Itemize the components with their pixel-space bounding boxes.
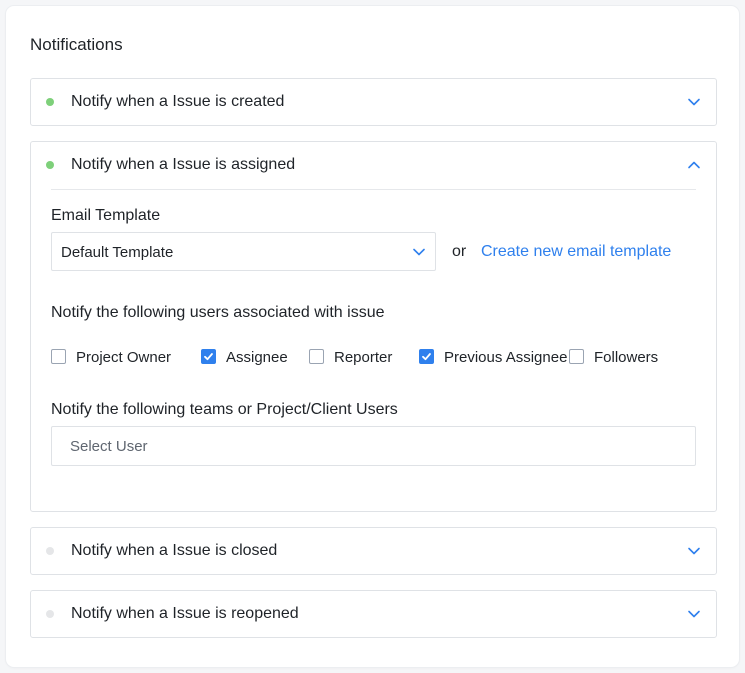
panel-title: Notify when a Issue is reopened	[71, 605, 299, 622]
status-dot-icon	[46, 98, 54, 106]
users-label: Notify the following users associated wi…	[51, 304, 385, 321]
panel-header-issue-closed[interactable]: Notify when a Issue is closed	[31, 528, 716, 574]
panel-issue-assigned: Notify when a Issue is assigned Email Te…	[30, 141, 717, 512]
email-template-select[interactable]: Default Template	[51, 232, 436, 271]
chevron-down-icon[interactable]	[687, 95, 701, 109]
checkbox-label: Previous Assignee	[444, 349, 568, 366]
panel-header-issue-assigned[interactable]: Notify when a Issue is assigned	[31, 142, 716, 188]
chevron-down-icon	[413, 248, 425, 256]
teams-label: Notify the following teams or Project/Cl…	[51, 401, 398, 418]
checkbox-label: Followers	[594, 349, 659, 366]
chevron-down-icon[interactable]	[687, 544, 701, 558]
select-user-input[interactable]	[51, 426, 696, 466]
panel-issue-reopened: Notify when a Issue is reopened	[30, 590, 717, 638]
checkbox-label: Project Owner	[76, 349, 172, 366]
chevron-up-icon[interactable]	[687, 158, 701, 172]
or-text: or	[452, 243, 467, 260]
status-dot-icon	[46, 161, 54, 169]
checkmark-icon	[422, 353, 431, 361]
notifications-card: Notifications Notify when a Issue is cre…	[6, 6, 739, 667]
checkbox-label: Reporter	[334, 349, 393, 366]
email-template-select-value: Default Template	[61, 244, 174, 261]
checkbox-label: Assignee	[226, 349, 288, 366]
checkbox-box[interactable]	[201, 349, 216, 364]
panel-title: Notify when a Issue is assigned	[71, 156, 296, 173]
status-dot-icon	[46, 547, 54, 555]
panel-issue-created: Notify when a Issue is created	[30, 78, 717, 126]
checkbox-box[interactable]	[309, 349, 324, 364]
panel-issue-closed: Notify when a Issue is closed	[30, 527, 717, 575]
checkbox-box[interactable]	[419, 349, 434, 364]
status-dot-icon	[46, 610, 54, 618]
checkmark-icon	[204, 353, 213, 361]
panel-title: Notify when a Issue is created	[71, 93, 285, 110]
checkbox-box[interactable]	[569, 349, 584, 364]
panel-header-issue-reopened[interactable]: Notify when a Issue is reopened	[31, 591, 716, 637]
page-title: Notifications	[30, 35, 123, 54]
create-email-template-link[interactable]: Create new email template	[481, 243, 671, 261]
panel-divider	[51, 189, 696, 190]
checkbox-box[interactable]	[51, 349, 66, 364]
email-template-label: Email Template	[51, 207, 161, 224]
chevron-down-icon[interactable]	[687, 607, 701, 621]
panel-title: Notify when a Issue is closed	[71, 542, 278, 559]
panel-header-issue-created[interactable]: Notify when a Issue is created	[31, 79, 716, 125]
